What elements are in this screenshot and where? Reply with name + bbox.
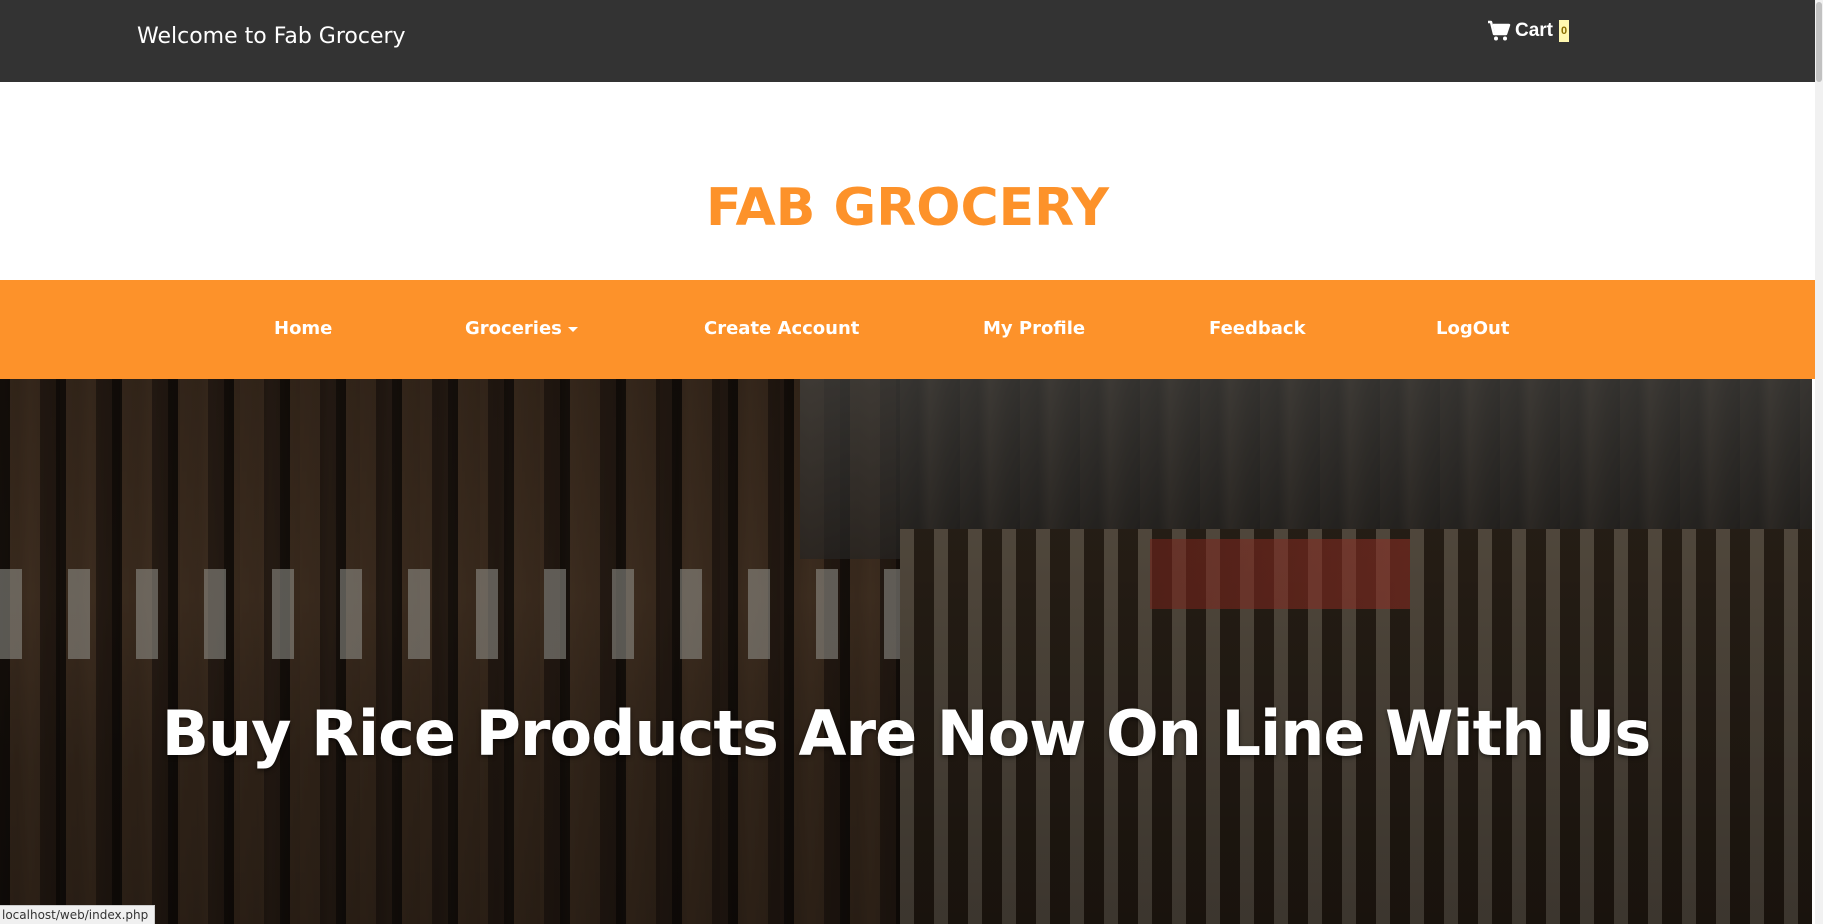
hero-banner: Buy Rice Products Are Now On Line With U… [0,379,1812,924]
nav-my-profile-label: My Profile [983,318,1086,339]
caret-down-icon [567,326,578,332]
hero-title: Buy Rice Products Are Now On Line With U… [161,697,1652,770]
page-scrollbar-thumb[interactable] [1816,2,1822,82]
cart-label: Cart [1515,20,1554,41]
browser-status-url: localhost/web/index.php [0,905,156,924]
nav-my-profile[interactable]: My Profile [983,318,1085,339]
welcome-text: Welcome to Fab Grocery [137,24,406,49]
nav-logout[interactable]: LogOut [1436,318,1509,339]
cart-count-badge: 0 [1559,20,1570,42]
nav-logout-label: LogOut [1436,318,1510,339]
nav-home-label: Home [274,318,333,339]
cart-link[interactable]: Cart 0 [1487,20,1570,42]
page-scrollbar[interactable] [1815,0,1823,924]
nav-home[interactable]: Home [274,318,332,339]
nav-create-account-label: Create Account [704,318,860,339]
hero-overlay [0,379,1812,924]
main-navbar: Home Groceries Create Account My Profile… [0,280,1815,379]
nav-create-account[interactable]: Create Account [704,318,859,339]
nav-feedback[interactable]: Feedback [1209,318,1306,339]
brand-header: FAB GROCERY [0,82,1815,280]
top-bar: Welcome to Fab Grocery Cart 0 [0,0,1815,82]
nav-feedback-label: Feedback [1209,318,1306,339]
shopping-cart-icon [1487,20,1511,42]
site-logo-title[interactable]: FAB GROCERY [0,178,1815,238]
nav-groceries-dropdown[interactable]: Groceries [465,318,578,339]
nav-groceries-label: Groceries [465,318,562,339]
